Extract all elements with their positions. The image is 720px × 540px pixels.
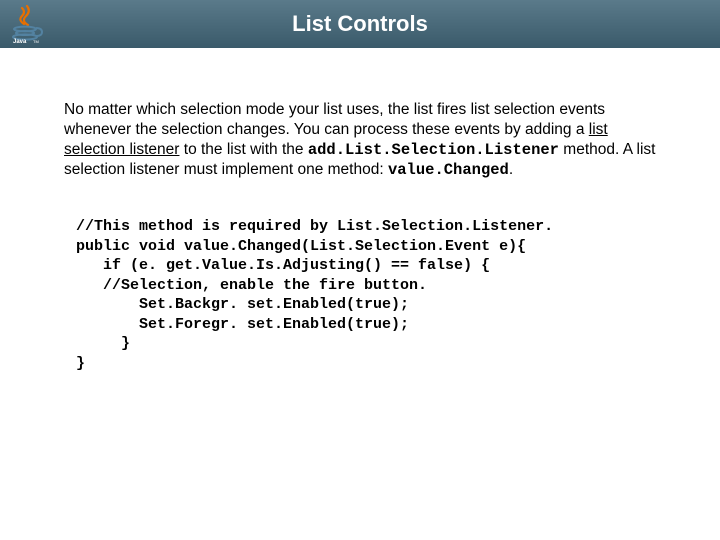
java-logo: Java TM xyxy=(6,4,52,44)
code-block: //This method is required by List.Select… xyxy=(76,217,656,373)
java-cup-icon: Java TM xyxy=(6,4,52,44)
body-paragraph: No matter which selection mode your list… xyxy=(64,100,656,181)
method-name-1: add.List.Selection.Listener xyxy=(308,141,559,159)
para-text-4: . xyxy=(509,161,513,178)
slide-title: List Controls xyxy=(292,11,428,37)
slide-content: No matter which selection mode your list… xyxy=(0,48,720,393)
svg-text:TM: TM xyxy=(33,39,39,44)
para-text-2: to the list with the xyxy=(179,141,307,158)
method-name-2: value.Changed xyxy=(388,161,509,179)
para-text-1: No matter which selection mode your list… xyxy=(64,101,605,138)
svg-text:Java: Java xyxy=(13,39,27,44)
slide-header: Java TM List Controls xyxy=(0,0,720,48)
